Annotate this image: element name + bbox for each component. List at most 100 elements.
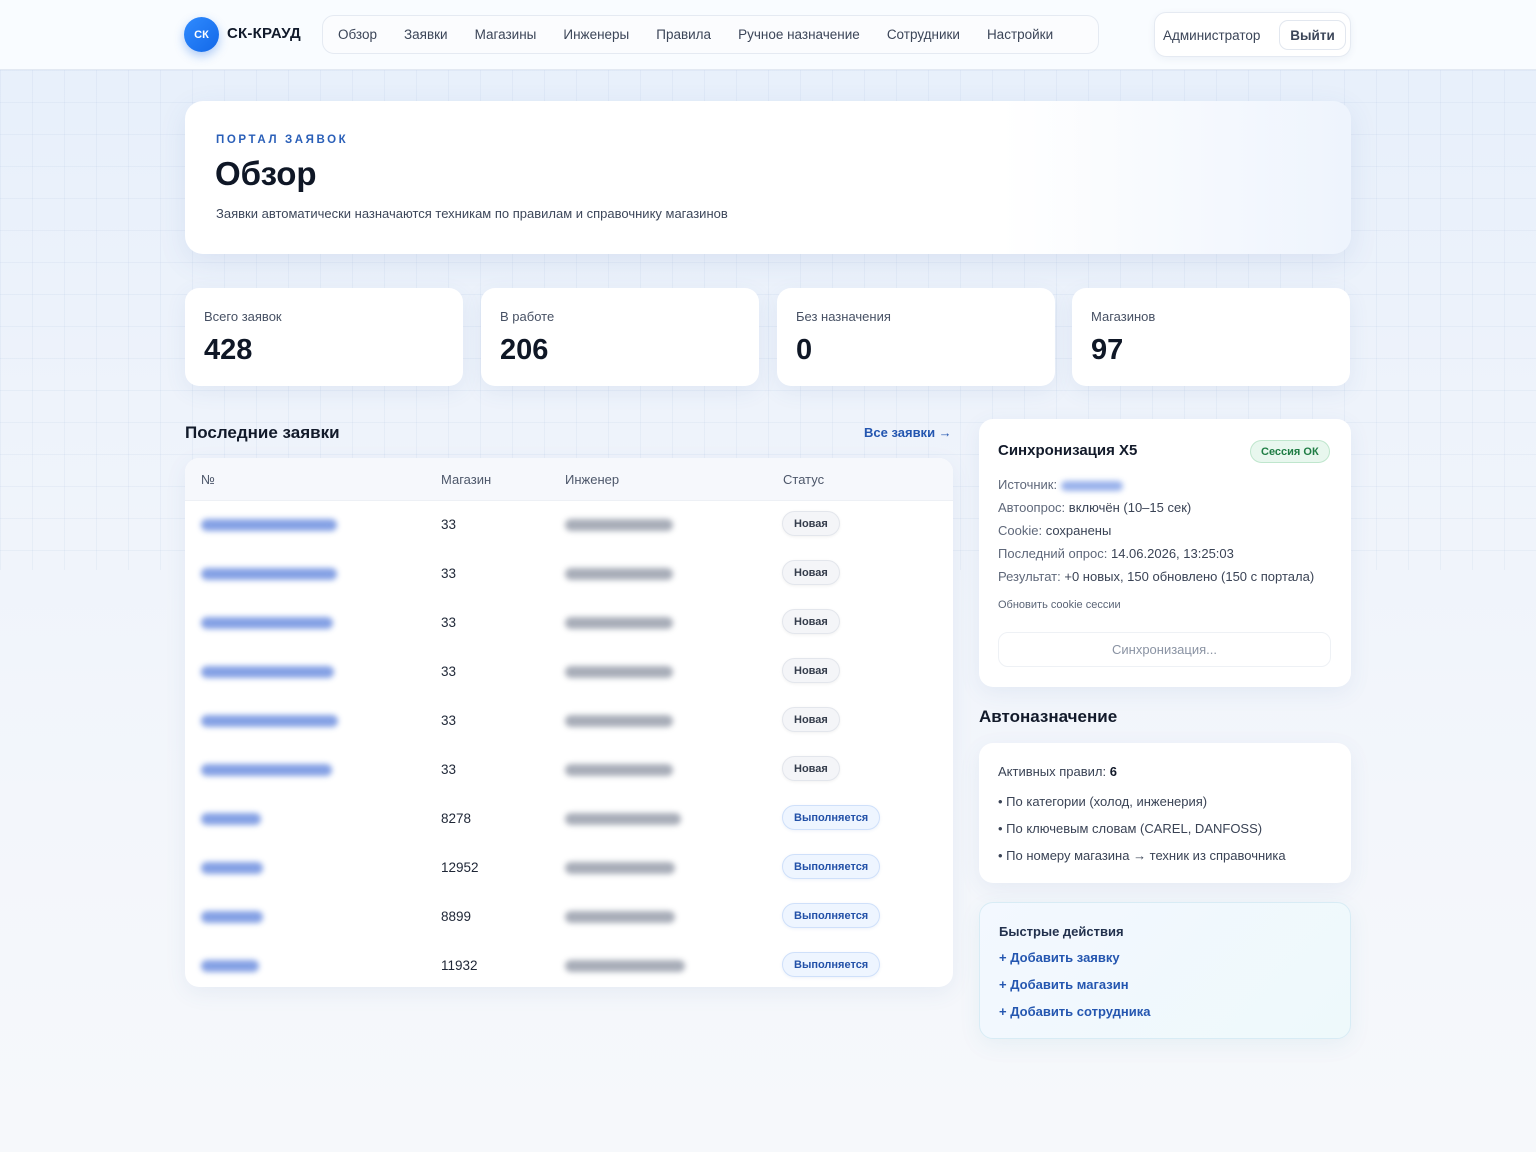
nav-item-engineers[interactable]: Инженеры [563, 27, 629, 42]
store-number: 8899 [441, 909, 472, 924]
engineer-name [565, 764, 673, 776]
add-request-link[interactable]: + Добавить заявку [999, 950, 1120, 965]
sync-result-label: Результат: [998, 569, 1061, 584]
quick-actions-title: Быстрые действия [999, 924, 1124, 939]
store-number: 33 [441, 517, 457, 532]
nav-item-manual-assign[interactable]: Ручное назначение [738, 27, 860, 42]
store-number: 33 [441, 566, 457, 581]
stat-label: Без назначения [796, 309, 891, 324]
request-id-link[interactable] [201, 813, 261, 825]
sync-autopoll-label: Автоопрос: [998, 500, 1066, 515]
sync-source-label: Источник: [998, 477, 1058, 492]
engineer-name [565, 911, 675, 923]
auto-assign-title: Автоназначение [979, 707, 1118, 726]
nav-item-rules[interactable]: Правила [656, 27, 711, 42]
table-row[interactable]: 33 Новая [185, 697, 953, 746]
nav-item-stores[interactable]: Магазины [475, 27, 537, 42]
table-row[interactable]: 8899 Выполняется [185, 893, 953, 942]
main-nav: Обзор Заявки Магазины Инженеры Правила Р… [322, 15, 1099, 54]
sync-result-line: Результат: +0 новых, 150 обновлено (150 … [998, 569, 1314, 584]
engineer-name [565, 519, 673, 531]
sync-button[interactable]: Синхронизация... [998, 632, 1331, 667]
sync-cookie-line: Cookie: сохранены [998, 523, 1111, 538]
add-employee-link[interactable]: + Добавить сотрудника [999, 1004, 1151, 1019]
store-number: 33 [441, 713, 457, 728]
recent-requests-table: № Магазин Инженер Статус 33 Новая 33 Нов… [185, 458, 953, 987]
store-number: 11932 [441, 958, 478, 973]
engineer-name [565, 568, 673, 580]
rule-item: • По категории (холод, инженерия) [998, 794, 1208, 809]
refresh-cookie-link[interactable]: Обновить cookie сессии [998, 599, 1121, 611]
all-requests-link[interactable]: Все заявки → [864, 425, 952, 440]
table-row[interactable]: 33 Новая [185, 501, 953, 550]
stat-card-in-progress: В работе 206 [481, 288, 759, 386]
stat-label: В работе [500, 309, 555, 324]
add-store-link[interactable]: + Добавить магазин [999, 977, 1129, 992]
logout-button[interactable]: Выйти [1279, 20, 1346, 50]
store-number: 33 [441, 615, 457, 630]
sync-title: Синхронизация Х5 [998, 442, 1138, 459]
table-row[interactable]: 8278 Выполняется [185, 795, 953, 844]
table-row[interactable]: 33 Новая [185, 746, 953, 795]
top-bar: СК СК-КРАУД Обзор Заявки Магазины Инжене… [0, 0, 1536, 70]
stat-card-total: Всего заявок 428 [185, 288, 463, 386]
stat-value: 428 [204, 334, 253, 366]
request-id-link[interactable] [201, 617, 333, 629]
nav-item-settings[interactable]: Настройки [987, 27, 1053, 42]
request-id-link[interactable] [201, 911, 263, 923]
status-badge: Выполняется [782, 805, 881, 830]
sync-source-line: Источник: [998, 477, 1123, 492]
stat-value: 97 [1091, 334, 1124, 366]
stat-card-stores: Магазинов 97 [1072, 288, 1350, 386]
user-name[interactable]: Администратор [1163, 28, 1260, 43]
status-badge: Новая [782, 511, 840, 536]
table-row[interactable]: 33 Новая [185, 648, 953, 697]
auto-assign-card: Активных правил: 6 • По категории (холод… [979, 743, 1351, 883]
sync-cookie-value: сохранены [1045, 523, 1112, 538]
status-badge: Выполняется [782, 854, 881, 879]
request-id-link[interactable] [201, 568, 337, 580]
request-id-link[interactable] [201, 862, 263, 874]
request-id-link[interactable] [201, 519, 337, 531]
table-row[interactable]: 12952 Выполняется [185, 844, 953, 893]
store-number: 33 [441, 762, 457, 777]
nav-item-staff[interactable]: Сотрудники [887, 27, 960, 42]
table-row[interactable]: 33 Новая [185, 599, 953, 648]
stat-label: Магазинов [1091, 309, 1156, 324]
engineer-name [565, 715, 673, 727]
brand-name[interactable]: СК-КРАУД [227, 25, 301, 42]
active-rules-count: 6 [1109, 764, 1117, 779]
engineer-name [565, 960, 685, 972]
column-header-engineer: Инженер [565, 472, 620, 487]
status-badge: Новая [782, 707, 840, 732]
brand-logo[interactable]: СК [184, 17, 219, 52]
sync-source-value[interactable] [1060, 480, 1123, 491]
active-rules-line: Активных правил: 6 [998, 764, 1117, 779]
status-badge: Новая [782, 658, 840, 683]
sync-cookie-label: Cookie: [998, 523, 1043, 538]
request-id-link[interactable] [201, 715, 338, 727]
request-id-link[interactable] [201, 666, 334, 678]
stat-card-unassigned: Без назначения 0 [777, 288, 1055, 386]
column-header-store: Магазин [441, 472, 492, 487]
page-subtitle: Заявки автоматически назначаются техника… [216, 206, 728, 221]
request-id-link[interactable] [201, 764, 332, 776]
page-title: Обзор [215, 155, 317, 192]
engineer-name [565, 862, 675, 874]
rule-item: • По ключевым словам (CAREL, DANFOSS) [998, 821, 1263, 836]
sync-autopoll-value: включён (10–15 сек) [1068, 500, 1192, 515]
table-row[interactable]: 11932 Выполняется [185, 942, 953, 987]
column-header-number: № [201, 472, 215, 487]
rule-item: • По номеру магазина → техник из справоч… [998, 848, 1286, 863]
quick-actions-card: Быстрые действия + Добавить заявку + Доб… [979, 902, 1351, 1039]
stat-value: 0 [796, 334, 813, 366]
recent-requests-title: Последние заявки [185, 423, 340, 442]
nav-item-requests[interactable]: Заявки [404, 27, 448, 42]
table-row[interactable]: 33 Новая [185, 550, 953, 599]
engineer-name [565, 666, 673, 678]
store-number: 33 [441, 664, 457, 679]
request-id-link[interactable] [201, 960, 259, 972]
sync-last-poll-value: 14.06.2026, 13:25:03 [1110, 546, 1234, 561]
nav-item-overview[interactable]: Обзор [338, 27, 377, 42]
engineer-name [565, 813, 681, 825]
